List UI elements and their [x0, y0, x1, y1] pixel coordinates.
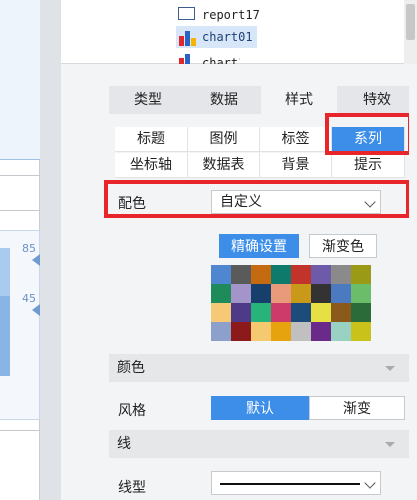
subtab-tooltip[interactable]: 提示: [332, 153, 405, 178]
color-swatch[interactable]: [351, 303, 371, 322]
canvas-divider: [0, 210, 40, 211]
subtab-legend[interactable]: 图例: [188, 127, 260, 152]
color-swatch[interactable]: [291, 303, 311, 322]
chevron-down-icon: [364, 196, 376, 208]
color-swatch[interactable]: [251, 303, 271, 322]
color-swatch[interactable]: [231, 322, 251, 341]
chart-bar: [0, 296, 10, 376]
highlight-box: [325, 113, 412, 155]
canvas-selection: [0, 0, 40, 160]
color-swatch[interactable]: [231, 284, 251, 303]
color-swatch[interactable]: [231, 303, 251, 322]
tree-item-label: chart11: [202, 56, 240, 64]
color-scheme-value: 自定义: [220, 194, 262, 210]
style-label: 风格: [118, 403, 146, 419]
tree-item-chart11[interactable]: chart11: [178, 54, 240, 64]
subtab-data-table[interactable]: 数据表: [188, 153, 260, 178]
color-swatch[interactable]: [251, 265, 271, 284]
tab-type[interactable]: 类型: [109, 86, 187, 114]
color-swatch[interactable]: [331, 322, 351, 341]
tree-item-report17[interactable]: report17: [202, 8, 260, 22]
color-swatch[interactable]: [311, 265, 331, 284]
color-swatch[interactable]: [291, 322, 311, 341]
color-swatch[interactable]: [351, 265, 371, 284]
color-swatch[interactable]: [251, 322, 271, 341]
collapse-icon: [385, 442, 395, 447]
scrollbar-thumb[interactable]: [406, 4, 415, 40]
style-gradient-button[interactable]: 渐变: [309, 396, 405, 420]
line-type-select[interactable]: [211, 471, 381, 495]
style-default-button[interactable]: 默认: [211, 396, 309, 420]
tab-data[interactable]: 数据: [187, 86, 261, 114]
color-swatch[interactable]: [291, 265, 311, 284]
subtab-title[interactable]: 标题: [115, 127, 188, 152]
color-swatch[interactable]: [351, 284, 371, 303]
color-swatch[interactable]: [311, 322, 331, 341]
section-color-label: 颜色: [117, 360, 145, 376]
section-line-label: 线: [117, 436, 131, 452]
color-swatch[interactable]: [251, 284, 271, 303]
collapse-icon: [385, 366, 395, 371]
color-swatch[interactable]: [311, 303, 331, 322]
report-icon: [178, 7, 195, 20]
color-palette: [211, 265, 371, 341]
color-swatch[interactable]: [351, 322, 371, 341]
tab-effects[interactable]: 特效: [337, 86, 417, 114]
canvas-divider: [0, 430, 40, 431]
color-swatch[interactable]: [331, 303, 351, 322]
section-line[interactable]: 线: [109, 430, 409, 458]
chevron-down-icon: [364, 477, 376, 489]
color-swatch[interactable]: [271, 284, 291, 303]
solid-line-icon: [220, 483, 360, 485]
line-type-label: 线型: [118, 480, 146, 496]
color-swatch[interactable]: [211, 322, 231, 341]
panel-edge: [409, 64, 417, 500]
color-swatch[interactable]: [311, 284, 331, 303]
color-swatch[interactable]: [331, 284, 351, 303]
section-color[interactable]: 颜色: [109, 354, 409, 382]
chart-icon: [179, 28, 197, 46]
color-swatch[interactable]: [211, 303, 231, 322]
tab-style[interactable]: 样式: [261, 86, 337, 114]
color-swatch[interactable]: [291, 284, 311, 303]
subtab-axis[interactable]: 坐标轴: [115, 153, 188, 178]
color-swatch[interactable]: [271, 303, 291, 322]
subtab-background[interactable]: 背景: [260, 153, 332, 178]
axis-marker-icon: [32, 304, 40, 316]
color-scheme-select[interactable]: 自定义: [211, 190, 381, 214]
color-swatch[interactable]: [271, 265, 291, 284]
subtab-label[interactable]: 标签: [260, 127, 332, 152]
color-swatch[interactable]: [271, 322, 291, 341]
color-scheme-label: 配色: [118, 196, 146, 212]
canvas-divider: [0, 175, 40, 176]
color-swatch[interactable]: [231, 265, 251, 284]
color-swatch[interactable]: [211, 284, 231, 303]
tree-item-chart01[interactable]: chart01: [202, 30, 253, 44]
color-swatch[interactable]: [331, 265, 351, 284]
precise-settings-button[interactable]: 精确设置: [219, 234, 299, 258]
color-swatch[interactable]: [211, 265, 231, 284]
gradient-button[interactable]: 渐变色: [309, 234, 377, 258]
axis-marker-icon: [32, 254, 40, 266]
